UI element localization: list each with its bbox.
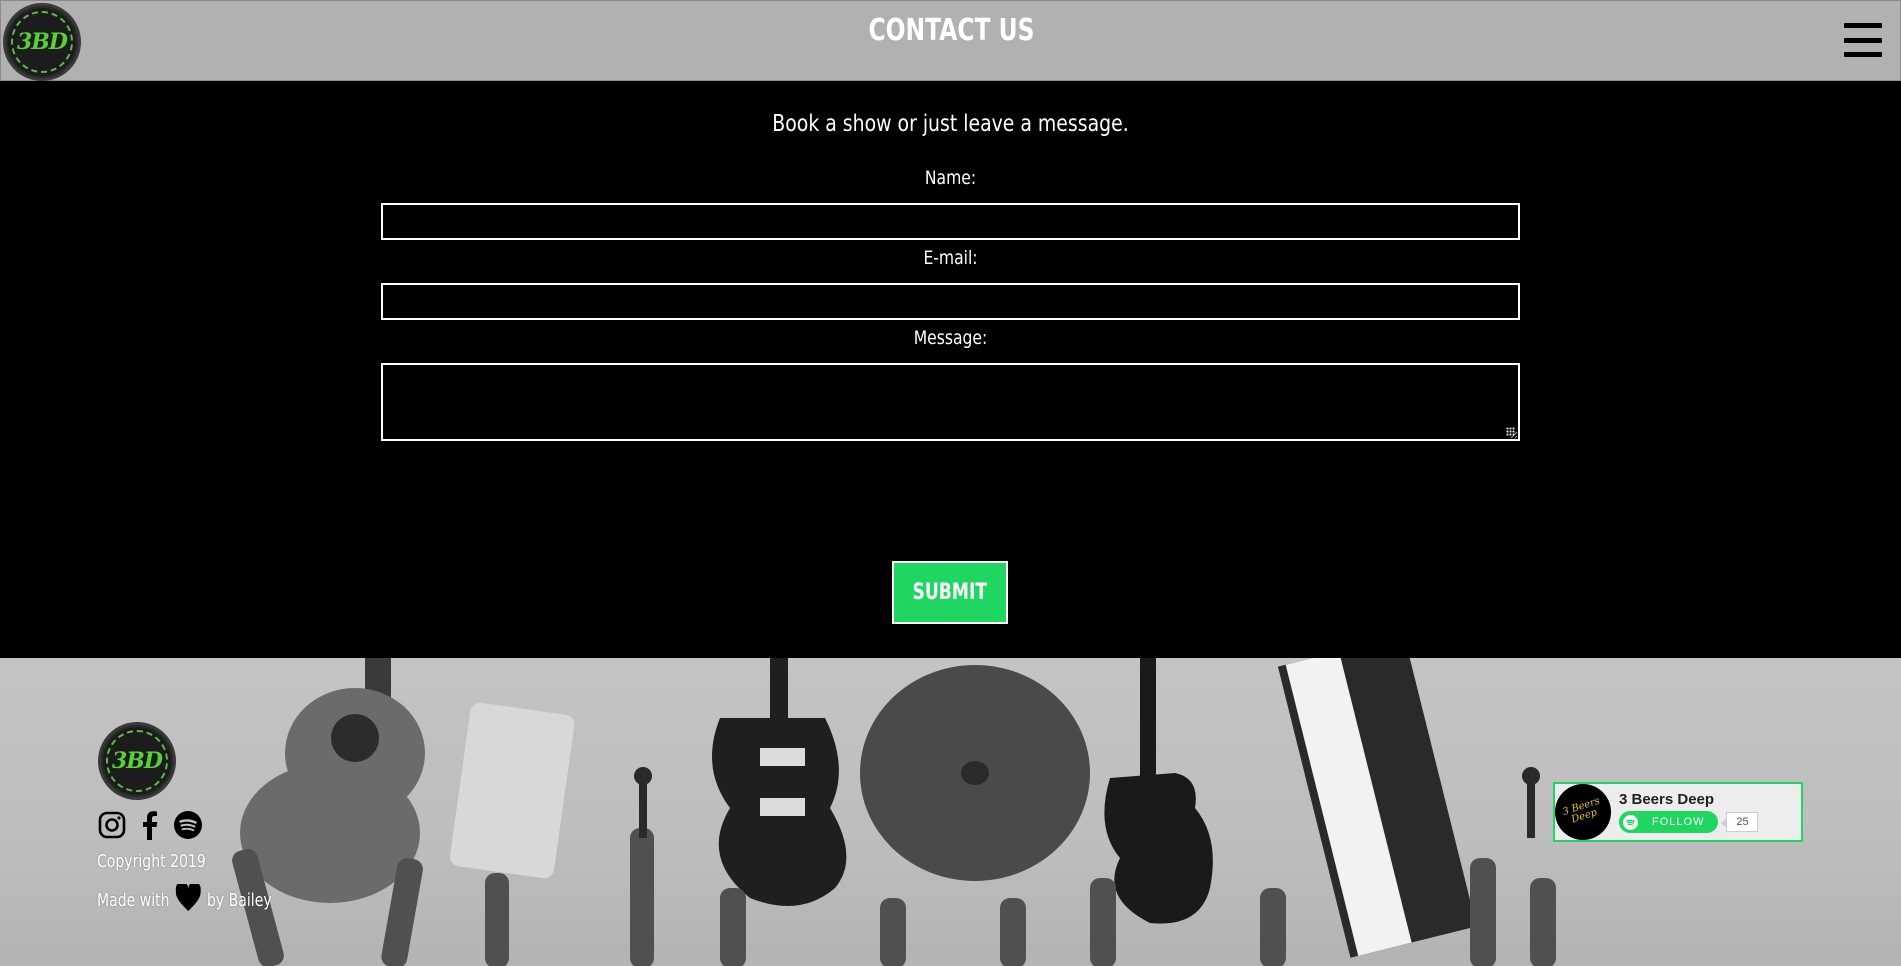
spotify-icon[interactable]	[173, 810, 203, 840]
spotify-follow-row: FOLLOW 25	[1619, 811, 1759, 833]
footer-logo[interactable]: 3BD	[98, 722, 176, 800]
hamburger-line	[1844, 37, 1882, 43]
message-label: Message:	[913, 327, 988, 349]
copyright-text: Copyright 2019	[97, 851, 206, 872]
follow-label: FOLLOW	[1652, 816, 1705, 828]
hamburger-line	[1844, 23, 1882, 28]
header-logo[interactable]: 3BD	[3, 3, 81, 81]
site-footer: 3BD Copyright 2019 Made with by Bailey 3…	[0, 658, 1901, 966]
site-header: 3BD CONTACT US	[0, 0, 1901, 81]
made-with-line: Made with by Bailey	[97, 881, 272, 917]
submit-button[interactable]: SUBMIT	[892, 561, 1008, 624]
page-title: CONTACT US	[868, 13, 1035, 48]
artist-name[interactable]: 3 Beers Deep	[1619, 791, 1758, 808]
facebook-icon[interactable]	[135, 810, 165, 840]
social-links	[97, 810, 203, 840]
email-field[interactable]	[381, 283, 1520, 320]
spotify-widget-info: 3 Beers Deep FOLLOW 25	[1619, 791, 1759, 833]
message-field[interactable]	[381, 363, 1520, 441]
header-logo-text: 3BD	[17, 29, 68, 55]
spotify-icon	[1623, 814, 1638, 830]
name-label: Name:	[924, 167, 977, 189]
instagram-icon[interactable]	[97, 810, 127, 840]
hamburger-menu-icon[interactable]	[1844, 23, 1882, 57]
follower-count: 25	[1721, 812, 1759, 832]
artist-avatar[interactable]: 3 Beers Deep	[1555, 784, 1611, 840]
heart-icon	[175, 881, 201, 917]
made-with-suffix: by Bailey	[206, 890, 272, 911]
follow-button[interactable]: FOLLOW	[1619, 811, 1719, 833]
email-label: E-mail:	[923, 247, 978, 269]
spotify-follow-widget: 3 Beers Deep 3 Beers Deep FOLLOW 25	[1553, 782, 1803, 842]
submit-label: SUBMIT	[912, 580, 988, 605]
hamburger-line	[1844, 52, 1882, 57]
name-field[interactable]	[381, 203, 1520, 240]
contact-section: Book a show or just leave a message. Nam…	[0, 81, 1901, 658]
footer-logo-text: 3BD	[112, 748, 163, 774]
textarea-resize-handle[interactable]	[1506, 427, 1515, 436]
artist-avatar-text: 3 Beers Deep	[1561, 795, 1602, 826]
page: 3BD CONTACT US Book a show or just leave…	[0, 0, 1901, 966]
contact-intro: Book a show or just leave a message.	[772, 111, 1129, 137]
made-with-prefix: Made with	[97, 890, 170, 911]
